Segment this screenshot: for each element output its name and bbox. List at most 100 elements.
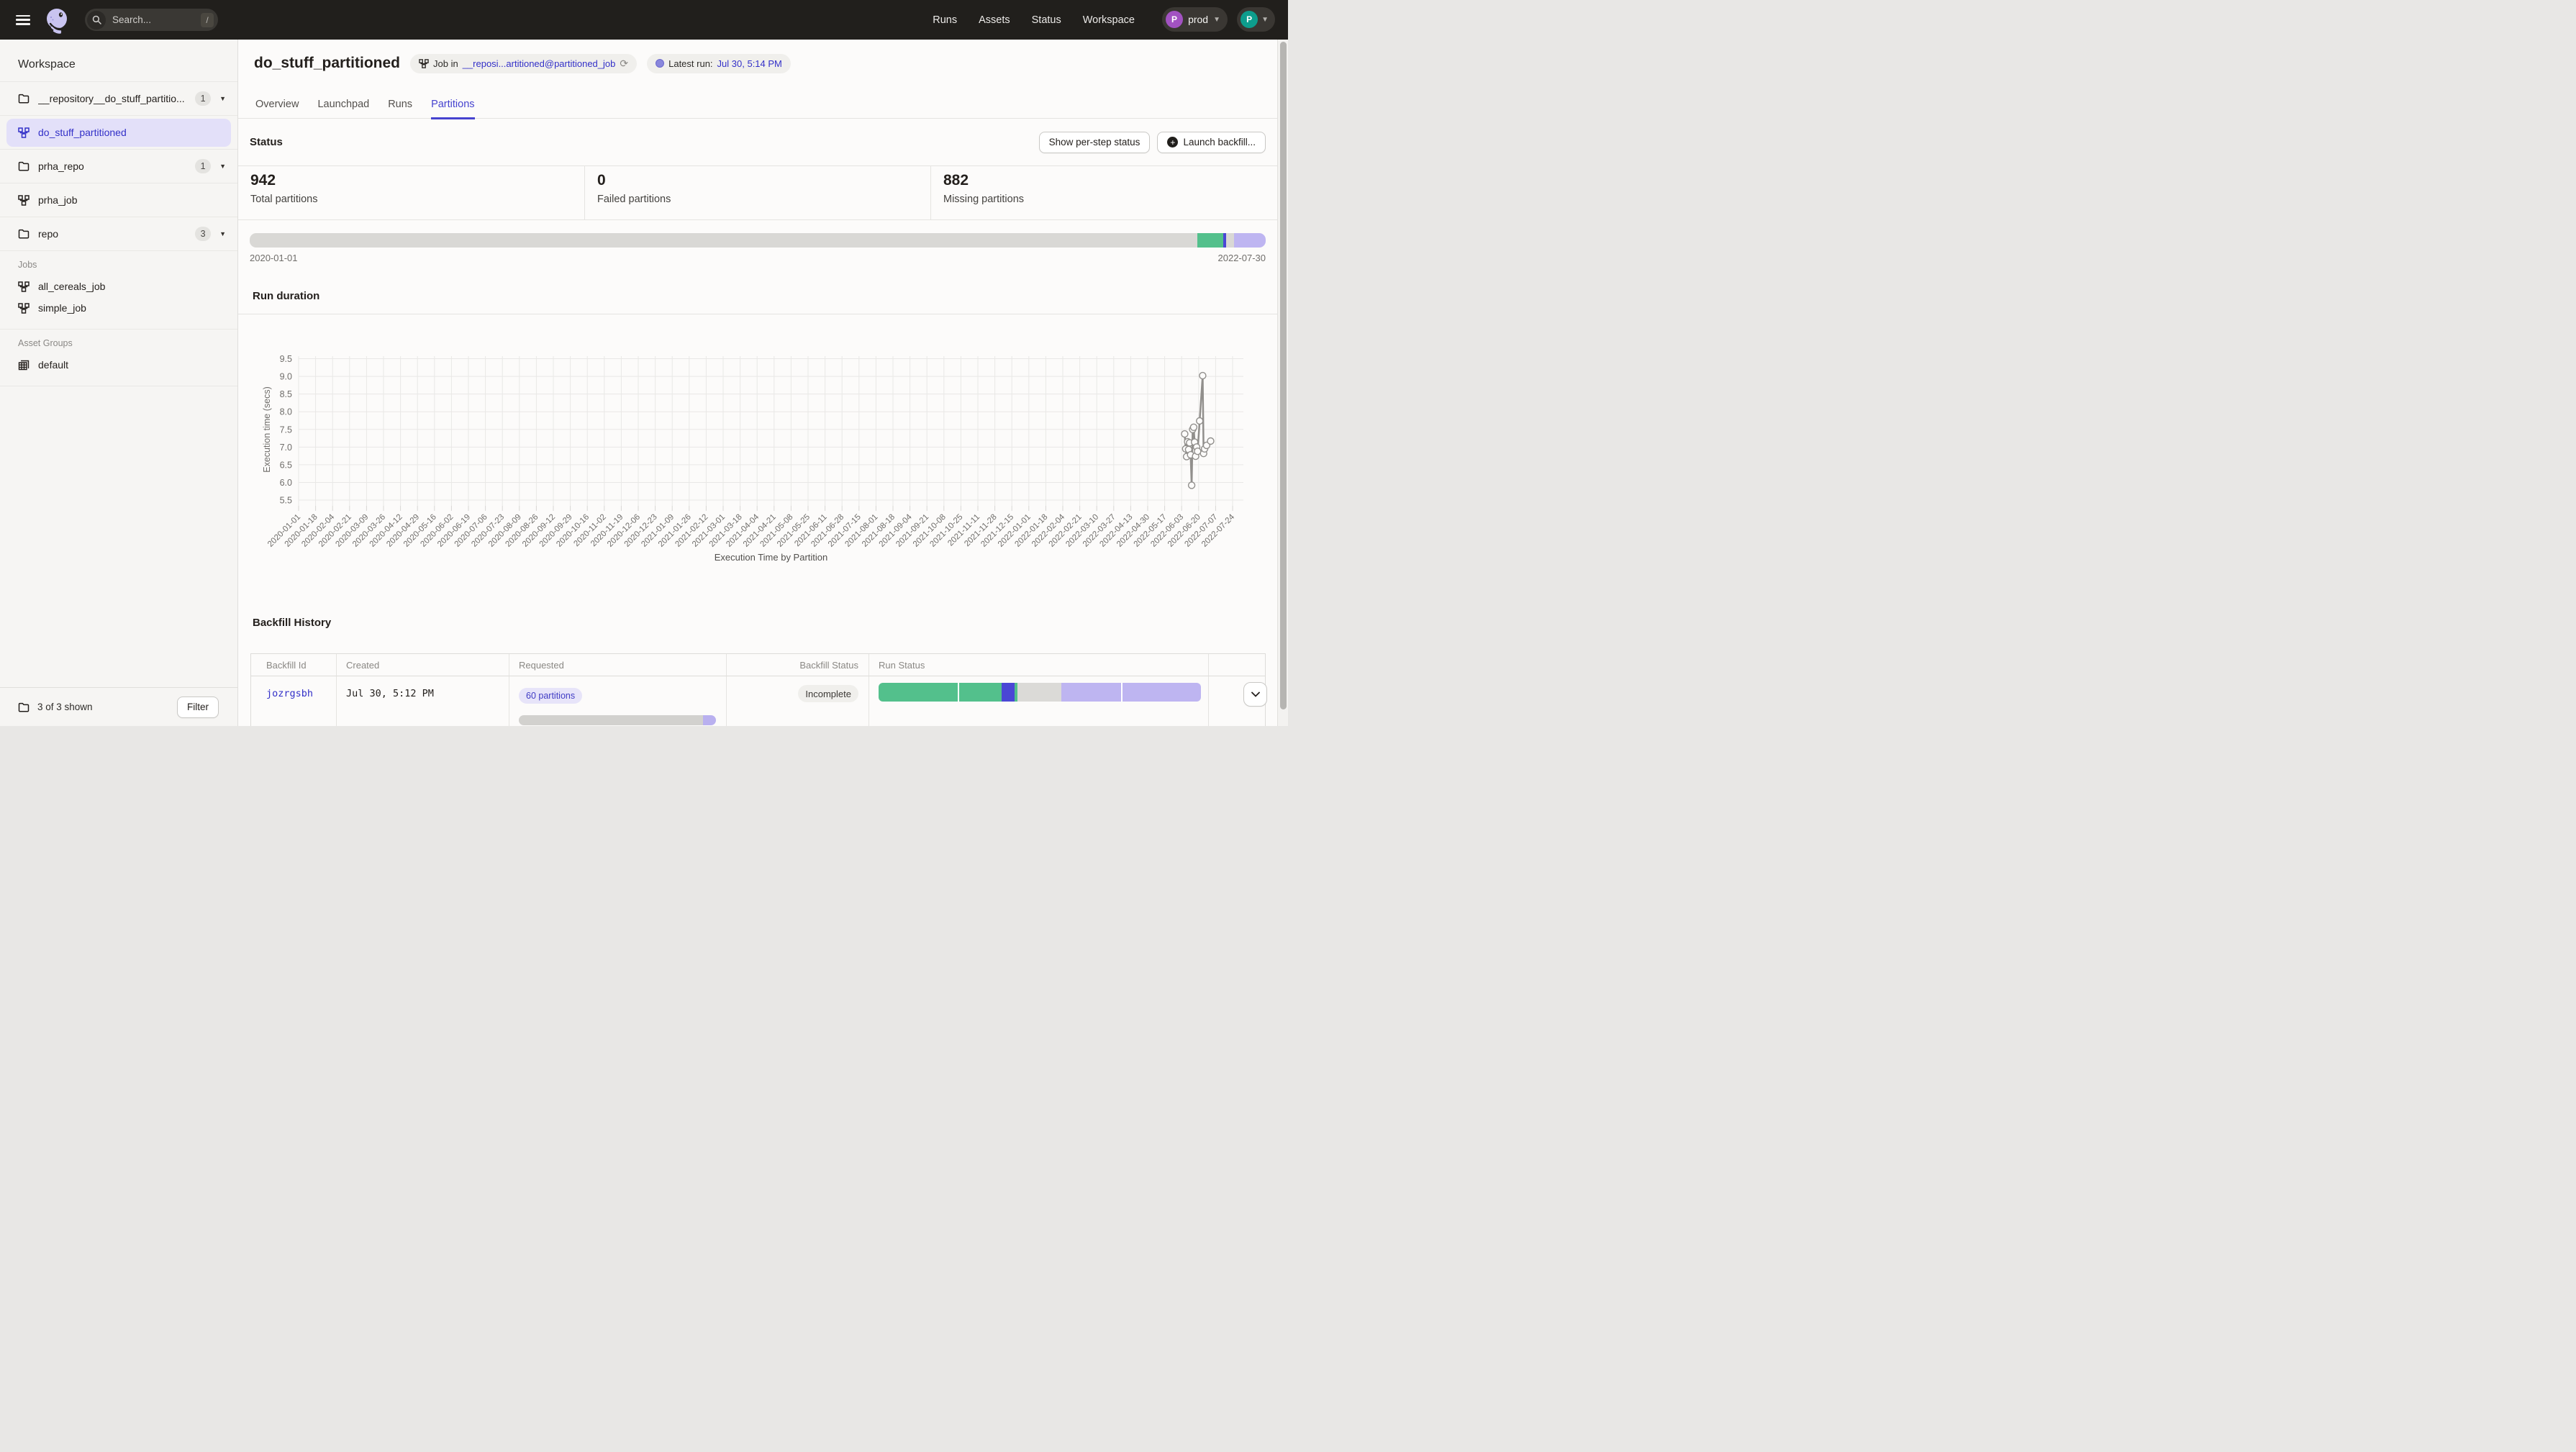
sidebar-job-prha-job[interactable]: prha_job [0,183,237,217]
stat-value: 942 [250,172,584,189]
asset-group-label: default [38,359,68,371]
asset-groups-label: Asset Groups [18,338,237,348]
sidebar-repo-repo[interactable]: repo 3 ▼ [0,217,237,250]
partition-bar-segment [250,233,1197,248]
svg-text:8.0: 8.0 [280,407,292,417]
deployment-label: prod [1188,14,1208,25]
job-label: do_stuff_partitioned [38,127,127,138]
nav-assets[interactable]: Assets [979,14,1010,26]
deployment-switcher[interactable]: P prod ▼ [1162,7,1228,32]
caret-down-icon[interactable]: ▼ [219,163,226,170]
sidebar-repo-prha-repo[interactable]: prha_repo 1 ▼ [0,149,237,183]
col-run-status: Run Status [869,654,1208,676]
page-scrollbar [1277,40,1288,726]
sidebar-repo-repository-do-stuff[interactable]: __repository__do_stuff_partitio... 1 ▼ [0,81,237,115]
sidebar-asset-groups: Asset Groups default [0,329,237,386]
chart-data-point[interactable] [1199,373,1206,379]
latest-run-prefix: Latest run: [668,58,712,69]
partition-status-bar[interactable] [250,233,1266,248]
backfill-status-cell: Incomplete [726,676,869,726]
run-status-segment [1017,683,1061,702]
run-status-cell [869,676,1208,726]
show-per-step-status-button[interactable]: Show per-step status [1039,132,1151,153]
caret-down-icon[interactable]: ▼ [219,95,226,102]
sidebar-jobs-group: Jobs all_cereals_job simple_job [0,250,237,329]
user-menu[interactable]: P ▼ [1237,7,1275,32]
svg-text:9.5: 9.5 [280,354,292,364]
caret-down-icon[interactable]: ▼ [219,230,226,237]
run-status-bar[interactable] [879,683,1201,702]
chart-data-point[interactable] [1182,431,1188,437]
hamburger-menu-icon[interactable] [16,15,30,25]
run-duration-header: Run duration [238,278,1288,314]
sidebar-asset-group-default[interactable]: default [0,354,237,376]
dagster-logo-icon[interactable] [43,6,71,34]
svg-text:5.5: 5.5 [280,496,292,506]
chart-data-point[interactable] [1190,424,1197,430]
svg-text:7.0: 7.0 [280,443,292,453]
tab-launchpad[interactable]: Launchpad [317,90,369,119]
page-header: do_stuff_partitioned Job in __reposi...a… [254,47,1266,79]
run-status-segment [1061,683,1121,702]
row-actions-cell [1208,676,1267,726]
topnav-links: Runs Assets Status Workspace [933,0,1135,40]
backfill-history-table: Backfill Id Created Requested Backfill S… [250,653,1266,726]
chart-data-point[interactable] [1197,418,1203,425]
job-label: all_cereals_job [38,281,105,292]
stat-label: Failed partitions [597,194,930,205]
job-origin-prefix: Job in [433,58,458,69]
filter-button[interactable]: Filter [177,696,219,718]
partition-range-labels: 2020-01-01 2022-07-30 [250,253,1266,263]
backfill-table-header: Backfill Id Created Requested Backfill S… [251,654,1265,676]
backfill-table-row: jozrgsbh Jul 30, 5:12 PM 60 partitions 2… [251,676,1265,726]
job-icon [419,59,429,68]
launch-backfill-button[interactable]: + Launch backfill... [1157,132,1266,153]
job-icon [18,195,30,206]
backfill-status-badge: Incomplete [798,685,858,702]
nav-runs[interactable]: Runs [933,14,957,26]
latest-run-link[interactable]: Jul 30, 5:14 PM [717,58,782,69]
folder-icon [18,229,30,239]
nav-workspace[interactable]: Workspace [1083,14,1135,26]
sidebar-job-all-cereals-job[interactable]: all_cereals_job [0,276,237,297]
workspace-sidebar: Workspace __repository__do_stuff_partiti… [0,40,238,726]
backfill-history-header: Backfill History [253,607,331,638]
nav-status[interactable]: Status [1032,14,1061,26]
job-tabs: Overview Launchpad Runs Partitions [238,90,1288,119]
sidebar-footer: 3 of 3 shown Filter [0,687,237,726]
reload-icon[interactable]: ⟳ [620,58,628,70]
tab-partitions[interactable]: Partitions [431,90,474,119]
job-icon [18,127,30,138]
tab-overview[interactable]: Overview [255,90,299,119]
partition-bar-segment [1234,233,1266,248]
svg-text:6.5: 6.5 [280,460,292,470]
requested-range-bar [519,715,716,725]
run-status-segment [1123,683,1201,702]
global-search-input[interactable]: Search... / [85,9,218,31]
plus-circle-icon: + [1167,137,1178,148]
job-icon [18,281,30,292]
sidebar-job-simple-job[interactable]: simple_job [0,297,237,319]
folder-icon [18,702,30,712]
tab-runs[interactable]: Runs [388,90,412,119]
chevron-down-icon: ▼ [1213,16,1220,24]
run-duration-chart[interactable]: 5.56.06.57.07.58.08.59.09.5Execution tim… [238,314,1288,602]
job-origin-link[interactable]: __reposi...artitioned@partitioned_job [463,58,616,69]
chart-data-point[interactable] [1207,438,1214,445]
run-status-segment [1002,683,1014,702]
row-expand-button[interactable] [1243,682,1267,707]
scrollbar-thumb[interactable] [1280,42,1287,709]
sidebar-title: Workspace [18,58,237,71]
repo-label: prha_repo [38,160,195,172]
deployment-avatar: P [1166,11,1183,28]
chart-markers[interactable] [1182,373,1214,489]
requested-partitions-badge[interactable]: 60 partitions [519,688,582,704]
dagster-app: Search... / Runs Assets Status Workspace… [0,0,1288,726]
asset-group-icon [18,360,30,371]
sidebar-job-do-stuff-partitioned[interactable]: do_stuff_partitioned [6,119,231,147]
col-backfill-id: Backfill Id [251,654,336,676]
partition-stats: 942 Total partitions 0 Failed partitions… [238,166,1288,220]
chart-data-point[interactable] [1189,482,1195,489]
chart-line [1184,376,1210,485]
backfill-id-link[interactable]: jozrgsbh [266,688,313,699]
